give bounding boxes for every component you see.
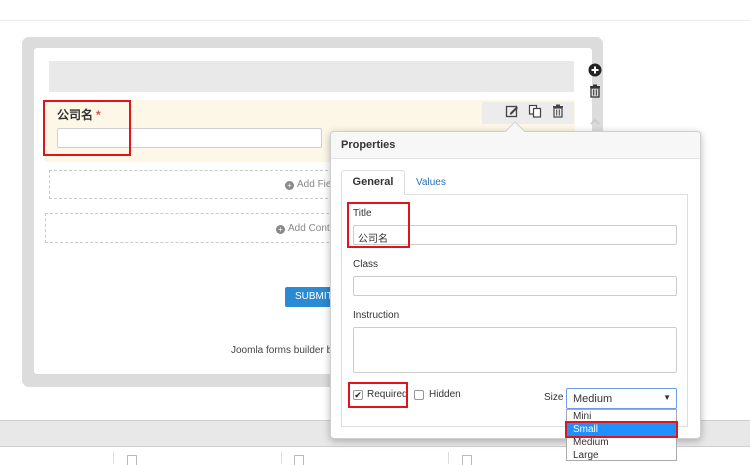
- class-label: Class: [353, 259, 379, 270]
- plus-icon: +: [285, 181, 294, 190]
- trash-icon[interactable]: [586, 84, 604, 102]
- divider: [281, 452, 282, 464]
- edit-icon[interactable]: [504, 104, 520, 120]
- add-field-label: Add Fie: [297, 179, 332, 190]
- field-toolbar: [482, 102, 574, 124]
- hidden-checkbox[interactable]: [414, 390, 424, 400]
- divider: [448, 452, 449, 464]
- trash-icon[interactable]: [550, 104, 566, 120]
- class-input[interactable]: [353, 276, 677, 296]
- small-option-highlight-box: [565, 421, 678, 438]
- instruction-label: Instruction: [353, 310, 400, 321]
- plus-icon: +: [276, 225, 285, 234]
- plus-circle-icon[interactable]: [586, 63, 604, 81]
- tab-general[interactable]: General: [341, 170, 405, 195]
- size-select-value: Medium: [573, 393, 613, 405]
- copy-icon[interactable]: [527, 104, 543, 120]
- hidden-label: Hidden: [429, 389, 461, 400]
- form-header-placeholder: [49, 61, 574, 92]
- top-divider: [0, 20, 750, 21]
- field-highlight-box: [43, 100, 131, 156]
- title-highlight-box: [347, 202, 410, 248]
- size-option-large[interactable]: Large: [567, 449, 676, 462]
- tab-values[interactable]: Values: [416, 177, 446, 188]
- popover-title: Properties: [341, 139, 396, 151]
- builder-credit: Joomla forms builder by: [231, 345, 338, 356]
- caret-down-icon: ▼: [663, 393, 671, 402]
- required-highlight-box: [348, 382, 408, 408]
- size-label: Size: [544, 392, 564, 403]
- instruction-textarea[interactable]: [353, 327, 677, 373]
- divider: [113, 452, 114, 464]
- add-container-label: Add Conta: [288, 223, 336, 234]
- size-select[interactable]: Medium ▼: [566, 388, 677, 409]
